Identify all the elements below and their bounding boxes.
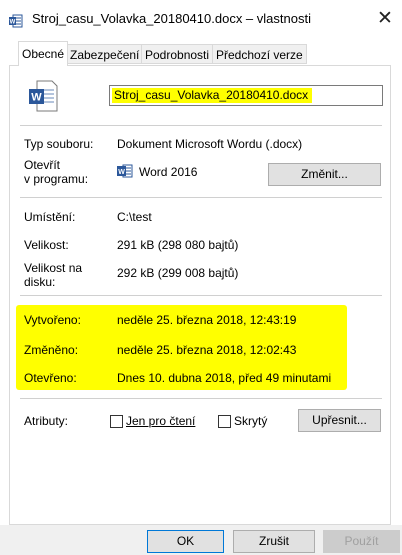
file-type-label: Typ souboru: [24, 137, 94, 151]
size-label: Velikost: [24, 238, 69, 252]
hidden-label-text: Skrytý [234, 414, 268, 428]
title-bar[interactable]: W Stroj_casu_Volavka_20180410.docx – vla… [0, 0, 402, 38]
tab-details[interactable]: Podrobnosti [141, 44, 214, 64]
separator [20, 125, 382, 126]
readonly-checkbox[interactable] [110, 415, 123, 428]
word-app-icon: W [117, 163, 133, 179]
readonly-label-text: Jen pro čtení [126, 414, 196, 428]
accessed-value: Dnes 10. dubna 2018, před 49 minutami [117, 371, 332, 385]
change-program-button[interactable]: Změnit... [268, 163, 381, 186]
tab-general[interactable]: Obecné [18, 41, 69, 66]
svg-text:W: W [10, 20, 16, 26]
advanced-button-label: Upřesnit... [312, 413, 367, 427]
filename-field[interactable]: Stroj_casu_Volavka_20180410.docx [109, 85, 383, 106]
separator [20, 295, 382, 296]
window-title: Stroj_casu_Volavka_20180410.docx – vlast… [32, 11, 311, 26]
svg-text:W: W [118, 169, 125, 176]
opens-with-label-line2: v programu: [24, 172, 89, 186]
word-document-icon: W [28, 80, 58, 112]
file-type-value: Dokument Microsoft Wordu (.docx) [117, 137, 303, 151]
location-value: C:\test [117, 210, 152, 224]
readonly-label[interactable]: Jen pro čtení [126, 414, 195, 428]
created-value: neděle 25. března 2018, 12:43:19 [117, 313, 297, 327]
size-value: 291 kB (298 080 bajtů) [117, 238, 239, 252]
opens-with-value: Word 2016 [139, 165, 198, 179]
hidden-checkbox[interactable] [218, 415, 231, 428]
attributes-label: Atributy: [24, 414, 69, 428]
word-document-icon: W [9, 14, 23, 28]
apply-button-label: Použít [344, 534, 379, 548]
accessed-label: Otevřeno: [24, 371, 77, 385]
apply-button[interactable]: Použít [323, 530, 400, 553]
separator [20, 197, 382, 198]
modified-value: neděle 25. března 2018, 12:02:43 [117, 343, 297, 357]
cancel-button[interactable]: Zrušit [233, 530, 315, 553]
change-program-button-label: Změnit... [301, 167, 348, 181]
location-label: Umístění: [24, 210, 76, 224]
tab-previous-versions[interactable]: Předchozí verze [212, 44, 307, 64]
opens-with-label-line1: Otevřít [24, 158, 61, 172]
hidden-label[interactable]: Skrytý [234, 414, 267, 428]
modified-label: Změněno: [24, 343, 79, 357]
filename-text: Stroj_casu_Volavka_20180410.docx [112, 88, 313, 103]
close-icon[interactable]: ✕ [373, 7, 397, 31]
cancel-button-label: Zrušit [259, 534, 289, 548]
size-on-disk-label-line1: Velikost na [24, 261, 83, 275]
ok-button[interactable]: OK [147, 530, 224, 553]
size-on-disk-value: 292 kB (299 008 bajtů) [117, 266, 239, 280]
size-on-disk-label-line2: disku: [24, 275, 56, 289]
svg-text:W: W [31, 92, 42, 104]
separator [20, 398, 382, 399]
created-label: Vytvořeno: [24, 313, 81, 327]
ok-button-label: OK [176, 534, 195, 548]
advanced-button[interactable]: Upřesnit... [298, 409, 381, 432]
tab-security[interactable]: Zabezpečení [66, 44, 144, 64]
